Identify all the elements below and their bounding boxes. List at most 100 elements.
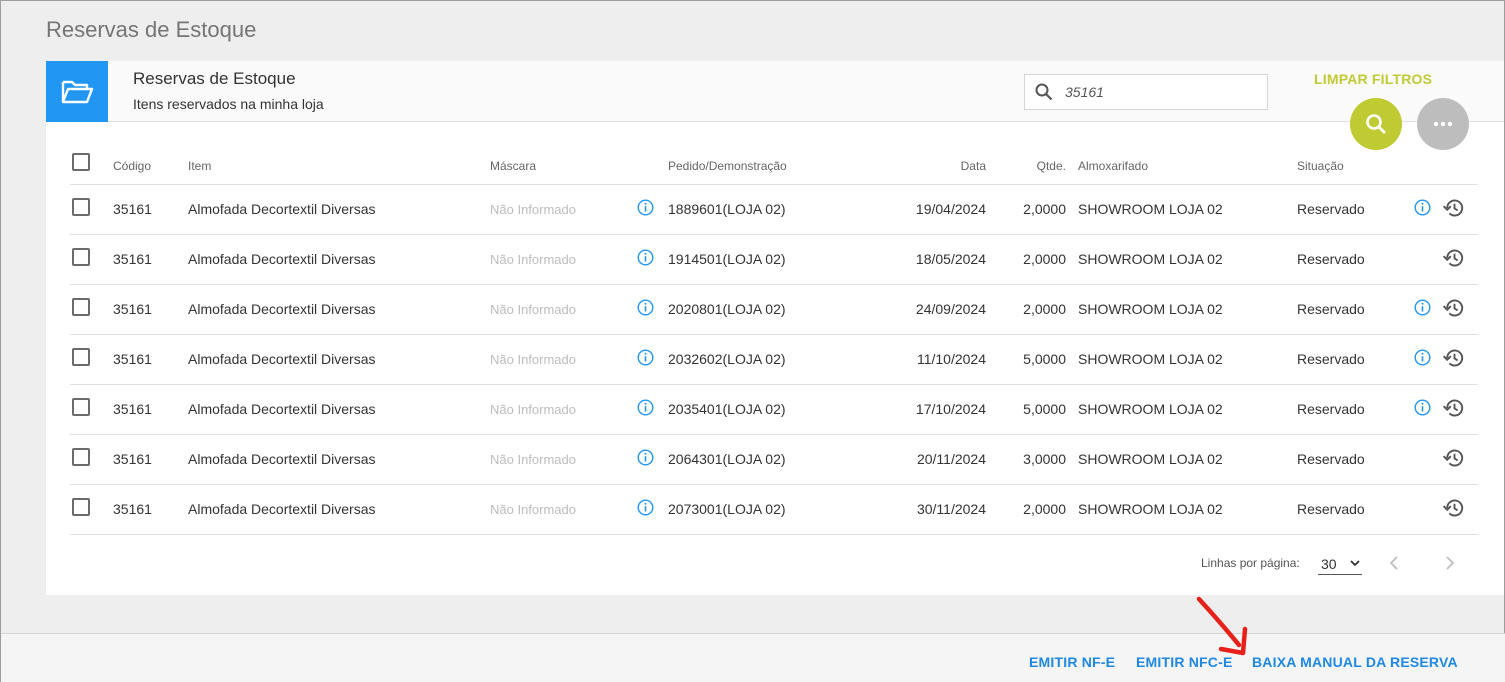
cell-situacao: Reservado: [1297, 251, 1365, 267]
info-icon[interactable]: [637, 349, 654, 371]
col-pedido[interactable]: Pedido/Demonstração: [668, 159, 787, 173]
info-icon[interactable]: [637, 299, 654, 321]
rows-per-page-label: Linhas por página:: [1201, 556, 1300, 570]
action-bar: EMITIR NF-E EMITIR NFC-E BAIXA MANUAL DA…: [1, 633, 1505, 682]
row-checkbox[interactable]: [72, 348, 90, 366]
info-icon[interactable]: [637, 249, 654, 271]
cell-situacao: Reservado: [1297, 401, 1365, 417]
row-checkbox[interactable]: [72, 248, 90, 266]
row-checkbox[interactable]: [72, 448, 90, 466]
situacao-info-icon[interactable]: [1414, 199, 1431, 221]
cell-almoxarifado: SHOWROOM LOJA 02: [1078, 301, 1223, 317]
chevron-right-icon: [1446, 556, 1455, 570]
search-field[interactable]: [1024, 74, 1268, 110]
cell-almoxarifado: SHOWROOM LOJA 02: [1078, 351, 1223, 367]
red-arrow-annotation: [1196, 596, 1248, 656]
col-item[interactable]: Item: [188, 159, 211, 173]
row-checkbox[interactable]: [72, 198, 90, 216]
cell-item: Almofada Decortextil Diversas: [188, 301, 376, 317]
history-icon[interactable]: [1442, 348, 1464, 373]
info-icon[interactable]: [637, 399, 654, 421]
row-checkbox[interactable]: [72, 498, 90, 516]
search-input[interactable]: [1065, 84, 1245, 100]
next-page-button[interactable]: [1444, 555, 1456, 576]
row-checkbox[interactable]: [72, 298, 90, 316]
history-icon[interactable]: [1442, 298, 1464, 323]
cell-mascara: Não Informado: [490, 452, 576, 467]
history-icon[interactable]: [1442, 448, 1464, 473]
cell-pedido: 1914501(LOJA 02): [668, 251, 786, 267]
rows-per-page-select[interactable]: 30: [1318, 555, 1362, 575]
baixa-manual-reserva-button[interactable]: BAIXA MANUAL DA RESERVA: [1252, 654, 1458, 670]
table-row[interactable]: 35161 Almofada Decortextil Diversas Não In…: [70, 435, 1478, 485]
cell-almoxarifado: SHOWROOM LOJA 02: [1078, 251, 1223, 267]
cell-qtde: 2,0000: [1023, 201, 1066, 217]
cell-situacao: Reservado: [1297, 351, 1365, 367]
cell-data: 19/04/2024: [915, 201, 986, 217]
emitir-nfe-button[interactable]: EMITIR NF-E: [1029, 654, 1115, 670]
situacao-info-icon[interactable]: [1414, 299, 1431, 321]
col-mascara[interactable]: Máscara: [490, 159, 536, 173]
cell-data: 11/10/2024: [916, 351, 986, 367]
cell-situacao: Reservado: [1297, 501, 1365, 517]
clear-filters-button[interactable]: LIMPAR FILTROS: [1314, 71, 1432, 87]
situacao-info-icon[interactable]: [1414, 349, 1431, 371]
cell-almoxarifado: SHOWROOM LOJA 02: [1078, 451, 1223, 467]
cell-data: 17/10/2024: [915, 401, 986, 417]
cell-qtde: 2,0000: [1023, 501, 1066, 517]
page-title: Reservas de Estoque: [46, 17, 257, 42]
cell-qtde: 5,0000: [1023, 351, 1066, 367]
table-row[interactable]: 35161 Almofada Decortextil Diversas Não In…: [70, 335, 1478, 385]
cell-item: Almofada Decortextil Diversas: [188, 451, 376, 467]
info-icon[interactable]: [637, 449, 654, 471]
situacao-info-icon[interactable]: [1414, 399, 1431, 421]
table-row[interactable]: 35161 Almofada Decortextil Diversas Não In…: [70, 185, 1478, 235]
cell-qtde: 5,0000: [1023, 401, 1066, 417]
cell-item: Almofada Decortextil Diversas: [188, 251, 376, 267]
cell-pedido: 2020801(LOJA 02): [668, 301, 786, 317]
table-row[interactable]: 35161 Almofada Decortextil Diversas Não In…: [70, 235, 1478, 285]
cell-data: 30/11/2024: [916, 501, 986, 517]
cell-mascara: Não Informado: [490, 402, 576, 417]
cell-almoxarifado: SHOWROOM LOJA 02: [1078, 201, 1223, 217]
history-icon[interactable]: [1442, 498, 1464, 523]
table-row[interactable]: 35161 Almofada Decortextil Diversas Não In…: [70, 285, 1478, 335]
col-qtde[interactable]: Qtde.: [1006, 159, 1066, 173]
info-icon[interactable]: [637, 499, 654, 521]
search-icon: [1035, 83, 1053, 101]
col-almoxarifado[interactable]: Almoxarifado: [1078, 159, 1148, 173]
col-data[interactable]: Data: [916, 159, 986, 173]
cell-data: 20/11/2024: [916, 451, 986, 467]
cell-item: Almofada Decortextil Diversas: [188, 501, 376, 517]
folder-open-icon: [46, 61, 108, 122]
cell-mascara: Não Informado: [490, 502, 576, 517]
cell-qtde: 2,0000: [1023, 301, 1066, 317]
select-all-checkbox[interactable]: [72, 153, 90, 171]
cell-data: 24/09/2024: [915, 301, 986, 317]
cell-pedido: 1889601(LOJA 02): [668, 201, 786, 217]
cell-pedido: 2032602(LOJA 02): [668, 351, 786, 367]
panel-title: Reservas de Estoque: [133, 69, 296, 88]
history-icon[interactable]: [1442, 198, 1464, 223]
cell-situacao: Reservado: [1297, 201, 1365, 217]
info-icon[interactable]: [637, 199, 654, 221]
cell-codigo: 35161: [113, 351, 152, 367]
cell-almoxarifado: SHOWROOM LOJA 02: [1078, 501, 1223, 517]
cell-qtde: 3,0000: [1023, 451, 1066, 467]
history-icon[interactable]: [1442, 398, 1464, 423]
cell-item: Almofada Decortextil Diversas: [188, 401, 376, 417]
previous-page-button[interactable]: [1388, 555, 1400, 576]
rows-per-page-value: 30: [1321, 556, 1337, 572]
more-horizontal-icon: [1433, 121, 1453, 127]
table-row[interactable]: 35161 Almofada Decortextil Diversas Não In…: [70, 385, 1478, 435]
chevron-down-icon: [1350, 560, 1360, 567]
search-icon: [1366, 114, 1386, 134]
panel-subtitle: Itens reservados na minha loja: [133, 96, 324, 112]
col-codigo[interactable]: Código: [113, 159, 151, 173]
cell-codigo: 35161: [113, 251, 152, 267]
row-checkbox[interactable]: [72, 398, 90, 416]
table-row[interactable]: 35161 Almofada Decortextil Diversas Não In…: [70, 485, 1478, 535]
col-situacao[interactable]: Situação: [1297, 159, 1344, 173]
cell-item: Almofada Decortextil Diversas: [188, 201, 376, 217]
history-icon[interactable]: [1442, 248, 1464, 273]
